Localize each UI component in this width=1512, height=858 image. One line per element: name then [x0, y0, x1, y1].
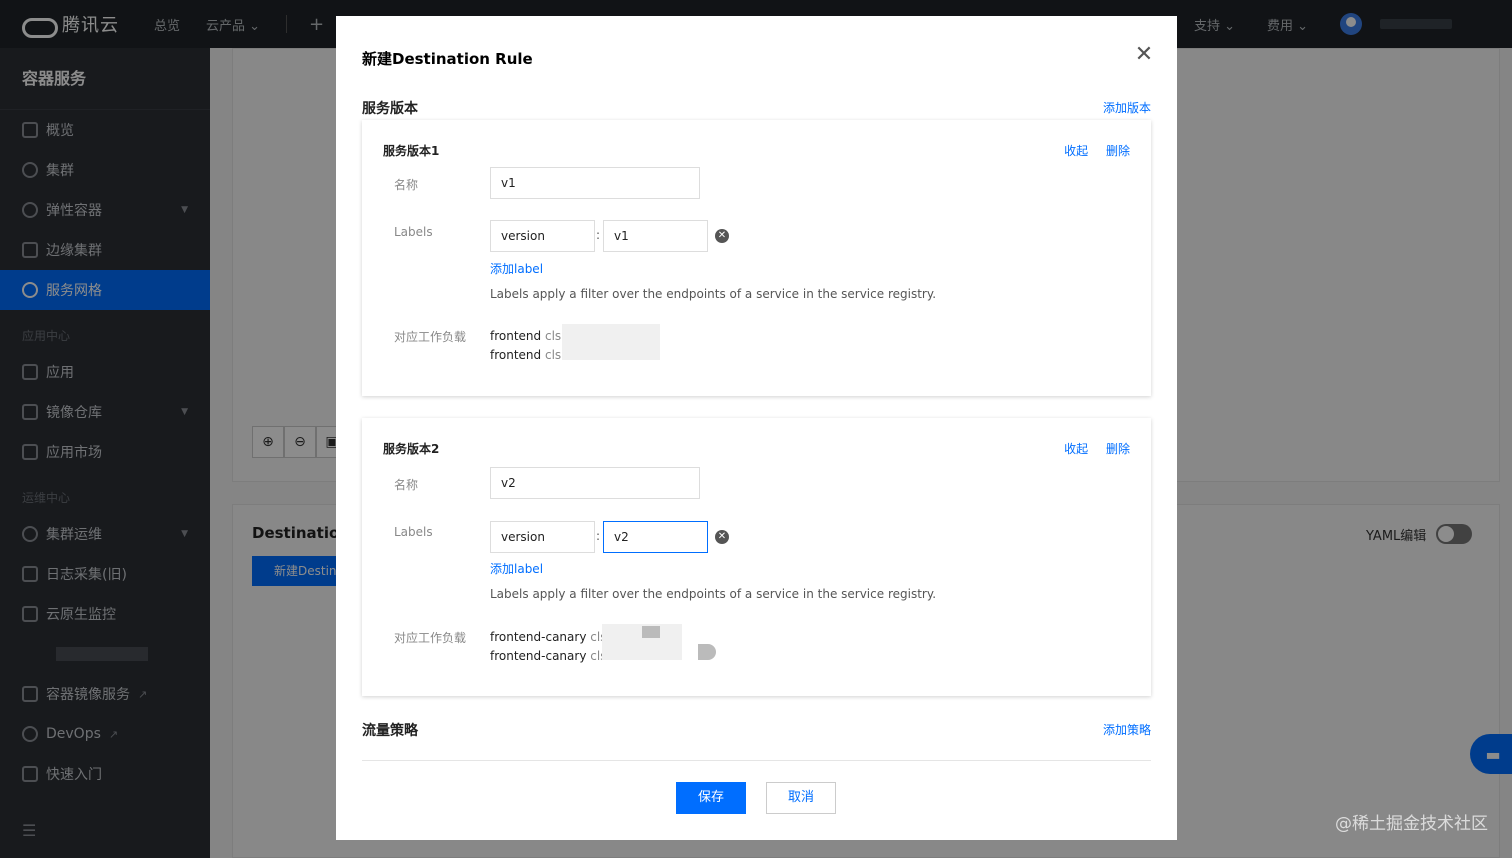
workload-name: frontend: [490, 329, 542, 343]
workload-name: frontend-canary: [490, 630, 587, 644]
workload-name: frontend-canary: [490, 649, 587, 663]
name-label: 名称: [394, 178, 419, 192]
workload-item: frontend-canary cls: [490, 649, 606, 663]
version-name-input[interactable]: v2: [490, 467, 700, 499]
label-value-input[interactable]: v2: [603, 521, 708, 553]
save-button[interactable]: 保存: [676, 782, 746, 814]
collapse-link[interactable]: 收起: [1064, 442, 1088, 456]
add-label-link[interactable]: 添加label: [490, 560, 543, 577]
redacted-cluster-id: [562, 324, 660, 360]
delete-link[interactable]: 删除: [1106, 144, 1130, 158]
version-name-input[interactable]: v1: [490, 167, 700, 199]
label-colon: :: [596, 529, 601, 543]
collapse-link[interactable]: 收起: [1064, 144, 1088, 158]
add-policy-link[interactable]: 添加策略: [1103, 721, 1151, 738]
workload-label: 对应工作负载: [394, 631, 467, 645]
service-versions-heading: 服务版本: [362, 101, 418, 117]
add-label-link[interactable]: 添加label: [490, 260, 543, 277]
dialog-title: 新建Destination Rule: [362, 50, 533, 68]
card-actions: 收起 删除: [1050, 440, 1130, 457]
workload-item: frontend cls: [490, 329, 561, 343]
redacted-cluster-id: [642, 626, 660, 638]
service-version-card-2: 服务版本2 收起 删除 名称 v2 Labels version : v2 ✕ …: [362, 418, 1151, 696]
label-value-input[interactable]: v1: [603, 220, 708, 252]
service-version-card-1: 服务版本1 收起 删除 名称 v1 Labels version : v1 ✕ …: [362, 120, 1151, 396]
add-version-link[interactable]: 添加版本: [1103, 99, 1151, 116]
cancel-button[interactable]: 取消: [766, 782, 836, 814]
workload-item: frontend cls: [490, 348, 561, 362]
remove-label-icon[interactable]: ✕: [715, 229, 729, 243]
name-label: 名称: [394, 478, 419, 492]
redacted-cluster-id: [698, 644, 716, 660]
workload-label: 对应工作负载: [394, 330, 467, 344]
divider: [362, 760, 1151, 761]
traffic-policy-heading: 流量策略: [362, 723, 418, 739]
remove-label-icon[interactable]: ✕: [715, 530, 729, 544]
labels-label: Labels: [394, 525, 433, 539]
workload-cluster: cls: [544, 329, 562, 343]
card-actions: 收起 删除: [1050, 142, 1130, 159]
card-title: 服务版本1: [383, 144, 440, 158]
card-title: 服务版本2: [383, 442, 440, 456]
label-key-input[interactable]: version: [490, 220, 595, 252]
workload-cluster: cls: [544, 348, 562, 362]
delete-link[interactable]: 删除: [1106, 442, 1130, 456]
label-colon: :: [596, 228, 601, 242]
close-icon[interactable]: ✕: [1133, 44, 1155, 66]
labels-label: Labels: [394, 225, 433, 239]
watermark: @稀土掘金技术社区: [1335, 814, 1488, 834]
label-key-input[interactable]: version: [490, 521, 595, 553]
workload-name: frontend: [490, 348, 542, 362]
create-destination-rule-dialog: 新建Destination Rule ✕ 服务版本 添加版本 服务版本1 收起 …: [336, 16, 1177, 840]
labels-hint: Labels apply a filter over the endpoints…: [490, 287, 937, 301]
workload-item: frontend-canary cls: [490, 630, 606, 644]
labels-hint: Labels apply a filter over the endpoints…: [490, 587, 937, 601]
